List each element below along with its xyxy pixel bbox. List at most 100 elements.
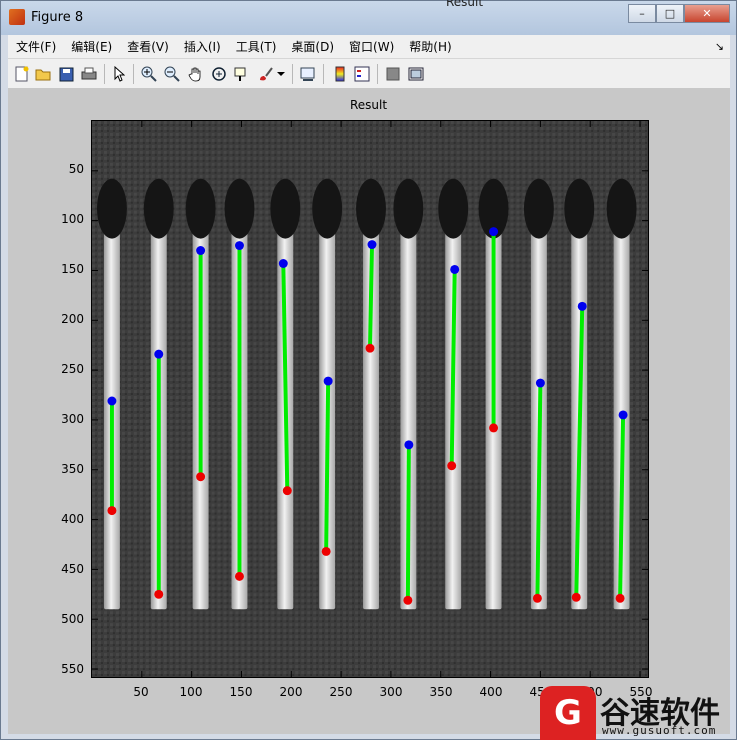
figure-window: Figure 8 Result – □ ✕ 文件(F) 编辑(E) 查看(V) … xyxy=(0,0,737,740)
y-tick-label: 100 xyxy=(61,212,84,226)
top-endpoint-marker xyxy=(154,349,164,359)
watermark: G 谷速软件 www.gusuoft.com xyxy=(540,686,737,740)
data-cursor-icon[interactable] xyxy=(234,66,250,82)
y-tick-label: 50 xyxy=(68,162,84,176)
menu-help[interactable]: 帮助(H) xyxy=(409,38,451,55)
y-tick-label: 450 xyxy=(61,562,84,576)
match-head xyxy=(224,178,255,239)
match-head xyxy=(564,178,595,239)
y-tick-label: 500 xyxy=(61,612,84,626)
x-tick-label: 150 xyxy=(229,685,253,699)
match-head xyxy=(393,178,424,239)
top-endpoint-marker xyxy=(618,410,628,420)
open-file-icon[interactable] xyxy=(35,66,51,82)
top-endpoint-marker xyxy=(278,259,288,268)
hide-plot-tools-icon[interactable] xyxy=(385,66,401,82)
matlab-icon xyxy=(9,9,25,25)
zoom-out-icon[interactable] xyxy=(164,66,180,82)
match-head xyxy=(356,178,386,239)
segment-line xyxy=(324,381,331,552)
bottom-endpoint-marker xyxy=(196,472,206,482)
match-head xyxy=(438,178,469,239)
background-window-title: Result xyxy=(446,0,484,9)
x-tick-label: 100 xyxy=(179,685,203,699)
top-endpoint-marker xyxy=(450,264,460,274)
match-head xyxy=(270,178,301,239)
bottom-endpoint-marker xyxy=(234,571,244,581)
top-endpoint-marker xyxy=(234,241,244,251)
brush-dropdown-icon[interactable] xyxy=(276,66,286,82)
pan-hand-icon[interactable] xyxy=(188,66,204,82)
menu-insert[interactable]: 插入(I) xyxy=(184,38,221,55)
maximize-button[interactable]: □ xyxy=(656,4,684,23)
top-endpoint-marker xyxy=(577,301,587,311)
save-icon[interactable] xyxy=(58,66,74,82)
match-head xyxy=(523,178,554,239)
x-tick-label: 400 xyxy=(479,685,503,699)
top-endpoint-marker xyxy=(196,246,206,256)
y-tick-label: 200 xyxy=(61,312,84,326)
y-tick-label: 150 xyxy=(61,262,84,276)
edit-plot-arrow-icon[interactable] xyxy=(111,66,127,82)
link-plot-icon[interactable] xyxy=(300,66,316,82)
match-head xyxy=(143,178,174,239)
bottom-endpoint-marker xyxy=(615,593,625,603)
top-endpoint-marker xyxy=(367,240,377,250)
top-endpoint-marker xyxy=(107,396,117,406)
menu-edit[interactable]: 编辑(E) xyxy=(71,38,112,55)
x-tick-label: 250 xyxy=(329,685,353,699)
top-endpoint-marker xyxy=(323,376,333,386)
segment-line xyxy=(368,244,374,349)
match-image-plot[interactable] xyxy=(92,121,648,677)
y-tick-label: 350 xyxy=(61,462,84,476)
menu-desktop[interactable]: 桌面(D) xyxy=(291,38,334,55)
y-tick-label: 550 xyxy=(61,662,84,676)
bottom-endpoint-marker xyxy=(365,343,375,353)
menu-tools[interactable]: 工具(T) xyxy=(236,38,277,55)
bottom-endpoint-marker xyxy=(532,593,542,603)
top-endpoint-marker xyxy=(404,440,414,450)
plot-axes[interactable] xyxy=(91,120,649,678)
colorbar-icon[interactable] xyxy=(332,66,348,82)
close-button[interactable]: ✕ xyxy=(684,4,730,23)
y-tick-label: 300 xyxy=(61,412,84,426)
segment-line xyxy=(405,444,411,601)
new-figure-icon[interactable] xyxy=(14,66,30,82)
bottom-endpoint-marker xyxy=(154,589,164,599)
top-endpoint-marker xyxy=(535,378,545,388)
y-tick-label: 250 xyxy=(61,362,84,376)
menu-bar: 文件(F) 编辑(E) 查看(V) 插入(I) 工具(T) 桌面(D) 窗口(W… xyxy=(8,35,730,59)
legend-icon[interactable] xyxy=(354,66,370,82)
window-title: Figure 8 xyxy=(31,10,84,25)
watermark-logo-icon: G xyxy=(540,686,596,740)
title-bar[interactable]: Figure 8 Result – □ ✕ xyxy=(1,0,736,35)
bottom-endpoint-marker xyxy=(571,592,581,602)
minimize-button[interactable]: – xyxy=(628,4,656,23)
bottom-endpoint-marker xyxy=(107,506,117,516)
zoom-in-icon[interactable] xyxy=(141,66,157,82)
menu-file[interactable]: 文件(F) xyxy=(16,38,56,55)
bottom-endpoint-marker xyxy=(321,546,331,556)
brush-icon[interactable] xyxy=(257,66,273,82)
watermark-url: www.gusuoft.com xyxy=(602,724,717,737)
bottom-endpoint-marker xyxy=(489,423,499,433)
figure-toolbar xyxy=(8,59,730,89)
figure-canvas: Result 50 100 150 200 250 300 350 400 45… xyxy=(8,89,730,734)
match-head xyxy=(185,178,216,239)
menu-dock-arrow-icon[interactable]: ↘ xyxy=(715,40,724,53)
x-tick-label: 300 xyxy=(379,685,403,699)
menu-window[interactable]: 窗口(W) xyxy=(349,38,394,55)
bottom-endpoint-marker xyxy=(403,595,413,605)
bottom-endpoint-marker xyxy=(447,461,457,471)
print-icon[interactable] xyxy=(81,66,97,82)
y-tick-label: 400 xyxy=(61,512,84,526)
rotate-3d-icon[interactable] xyxy=(211,66,227,82)
match-head xyxy=(312,178,343,239)
match-head xyxy=(96,178,127,239)
axes-title: Result xyxy=(350,98,388,112)
x-tick-label: 200 xyxy=(279,685,303,699)
x-tick-label: 50 xyxy=(133,685,149,699)
show-plot-tools-icon[interactable] xyxy=(408,66,424,82)
menu-view[interactable]: 查看(V) xyxy=(127,38,169,55)
match-head xyxy=(606,178,637,239)
